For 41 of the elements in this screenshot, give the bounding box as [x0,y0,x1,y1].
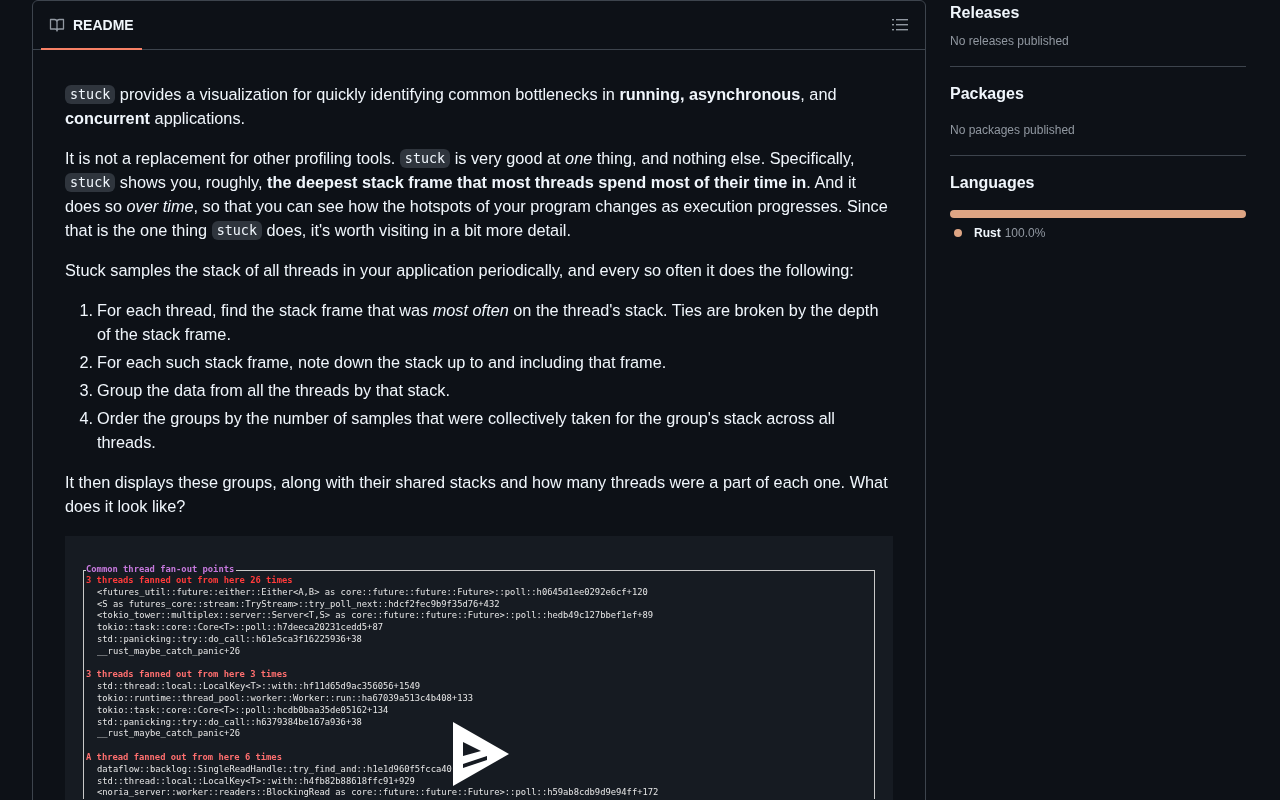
stack-frame-line: std::panicking::try::do_call::h6379384be167a936+38 [97,716,363,729]
list-item-text: Group the data from all the threads by that stack. [97,380,450,401]
group-header: 3 threads fanned out from here 26 times [86,575,294,587]
stack-frame-line: <tokio_tower::multiplex::server::Server<T,S> as core::future::future::Future>::poll::hedb49c127bbef1ef+89 [97,610,655,623]
stack-frame-line: <noria_server::worker::readers::BlockingRead as core::future::future::Future>::poll::h59ab8cdb9d9e94ff+172 [97,787,660,800]
paragraph: stuck provides a visualization for quickly identifying common bottlenecks in running, asynchronous, and concurrent applications. [65,84,838,129]
section-title: Languages [950,173,1036,193]
stack-frame-line: std::thread::local::LocalKey<T>::with::hf11d65d9ac356056+1549 [97,681,422,693]
section-title[interactable]: Releases [950,2,1246,24]
stack-frame-line: __rust_maybe_catch_panic+26 [97,645,241,658]
stack-frame-line: <S as futures_core::stream::TryStream>::try_poll_next::hdcf2fec9b9f35d76+432 [97,598,501,611]
readme-tab[interactable]: README [41,1,142,50]
stack-frame-line: <futures_util::future::either::Either<A,B> as core::future::future::Future>::poll::h0645d1ee0292e6cf+120 [97,586,649,599]
list-icon[interactable] [892,18,908,32]
list-number: 1. [78,300,93,321]
terminal-title: Common thread fan-out points [86,564,237,576]
section-title[interactable]: Packages [950,83,1246,105]
list-number: 2. [78,352,93,373]
stack-frame-line: dataflow::backlog::SingleReadHandle::try_find_and::h1e1d960f5fcca40 [97,763,453,776]
paragraph: It then displays these groups, along with their shared stacks and how many threads were a part of each one. What does it look like? [65,472,889,517]
stack-frame-line: std::thread::local::LocalKey<T>::with::h4fb82b88618ffc91+929 [97,775,416,788]
list-number: 3. [78,380,93,401]
paragraph: It is not a replacement for other profiling tools. stuck is very good at one thing, and nothing else. Specifically, stuck shows you, roughly, the deepest stack frame that most threads spend most of their time in. And it does so over time, so that you can see how the hotspots of your program changes as execution progresses. Since that is the one thing stuck does, it's worth visiting in a bit more detail. [65,148,889,242]
section-note: No packages published [950,122,1076,139]
stack-frame-line: tokio::runtime::thread_pool::worker::Worker::run::ha67039a513c4b408+133 [97,692,475,705]
language-name[interactable]: Rust [974,226,1001,240]
section-note: No releases published [950,33,1070,50]
stack-frame-line: __rust_maybe_catch_panic+26 [97,728,241,741]
group-header: A thread fanned out from here 6 times [86,751,283,764]
list-item-text: For each such stack frame, note down the stack up to and including that frame. [97,352,667,373]
stack-frame-line: tokio::task::core::Core<T>::poll::hcdb0baa35de05162+134 [97,704,390,717]
list-item-text: For each thread, find the stack frame that was most often on the thread's stack. Ties are broken by the depth of the stack frame. [97,300,880,345]
play-icon[interactable] [453,722,509,786]
book-icon [49,16,65,33]
list-item-text: Order the groups by the number of samples that were collectively taken for the group's stack across all threads. [97,408,836,453]
paragraph: Stuck samples the stack of all threads in your application periodically, and every so often it does the following: [65,260,855,281]
stack-frame-line: std::panicking::try::do_call::h61e5ca3f16225936+38 [97,634,363,646]
list-number: 4. [78,408,93,429]
stack-frame-line: tokio::task::core::Core<T>::poll::h7deeca20231cedd5+87 [97,622,384,634]
language-percent: 100.0% [1004,226,1046,240]
group-header: 3 threads fanned out from here 3 times [86,669,289,682]
